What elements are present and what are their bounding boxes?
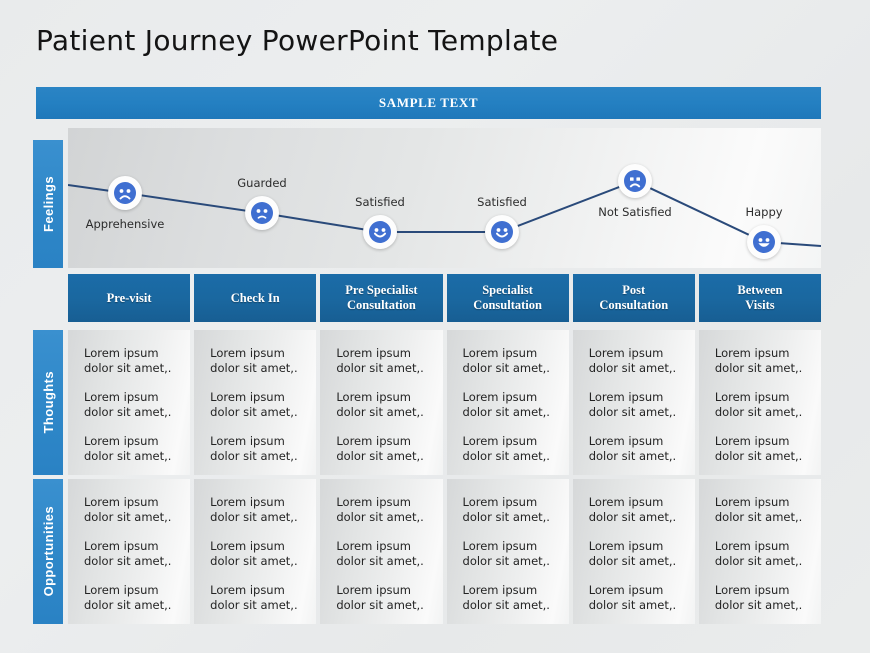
list-item: Lorem ipsum dolor sit amet,. (84, 495, 172, 524)
list-item: Lorem ipsum dolor sit amet,. (462, 390, 550, 419)
opportunities-cell-2[interactable]: Lorem ipsum dolor sit amet,. Lorem ipsum do… (194, 479, 317, 624)
sample-text-banner: SAMPLE TEXT (36, 87, 821, 119)
list-item: Lorem ipsum dolor sit amet,. (84, 390, 172, 419)
stage-header-5[interactable]: Post Consultation (572, 274, 695, 322)
feeling-label-6: Happy (745, 205, 783, 219)
row-label-opportunities: Opportunities (33, 479, 63, 624)
list-item: Lorem ipsum dolor sit amet,. (336, 583, 424, 612)
row-label-thoughts: Thoughts (33, 330, 63, 475)
list-item: Lorem ipsum dolor sit amet,. (588, 346, 677, 375)
thoughts-cell-5[interactable]: Lorem ipsum dolor sit amet,. Lorem ipsum do… (572, 330, 695, 475)
list-item: Lorem ipsum dolor sit amet,. (588, 390, 677, 419)
feeling-face-smile-icon (363, 215, 397, 249)
row-label-opportunities-text: Opportunities (40, 506, 56, 597)
opportunities-cell-5[interactable]: Lorem ipsum dolor sit amet,. Lorem ipsum do… (572, 479, 695, 624)
stage-header-3[interactable]: Pre Specialist Consultation (320, 274, 443, 322)
opportunities-row: Lorem ipsum dolor sit amet,. Lorem ipsum do… (68, 479, 822, 624)
list-item: Lorem ipsum dolor sit amet,. (336, 539, 424, 568)
opportunities-cell-4[interactable]: Lorem ipsum dolor sit amet,. Lorem ipsum do… (446, 479, 569, 624)
feeling-label-5: Not Satisfied (598, 205, 672, 219)
list-item: Lorem ipsum dolor sit amet,. (210, 390, 298, 419)
page-title: Patient Journey PowerPoint Template (36, 24, 559, 57)
stage-header-4[interactable]: Specialist Consultation (446, 274, 569, 322)
thoughts-cell-2[interactable]: Lorem ipsum dolor sit amet,. Lorem ipsum do… (194, 330, 317, 475)
list-item: Lorem ipsum dolor sit amet,. (588, 434, 677, 463)
stage-header-row: Pre-visit Check In Pre Specialist Consultat… (68, 274, 822, 322)
list-item: Lorem ipsum dolor sit amet,. (462, 434, 550, 463)
thoughts-cell-3[interactable]: Lorem ipsum dolor sit amet,. Lorem ipsum do… (320, 330, 443, 475)
list-item: Lorem ipsum dolor sit amet,. (84, 539, 172, 568)
thoughts-cell-6[interactable]: Lorem ipsum dolor sit amet,. Lorem ipsum do… (698, 330, 822, 475)
row-label-thoughts-text: Thoughts (40, 371, 56, 434)
list-item: Lorem ipsum dolor sit amet,. (588, 495, 677, 524)
feeling-label-4: Satisfied (477, 195, 527, 209)
list-item: Lorem ipsum dolor sit amet,. (210, 583, 298, 612)
thoughts-cell-1[interactable]: Lorem ipsum dolor sit amet,. Lorem ipsum do… (68, 330, 191, 475)
feeling-face-grin-icon (747, 225, 781, 259)
thoughts-cell-4[interactable]: Lorem ipsum dolor sit amet,. Lorem ipsum do… (446, 330, 569, 475)
list-item: Lorem ipsum dolor sit amet,. (714, 390, 803, 419)
list-item: Lorem ipsum dolor sit amet,. (210, 539, 298, 568)
feelings-chart-panel: Apprehensive Guarded Satisfied Satisfied Not… (68, 128, 821, 268)
opportunities-cell-1[interactable]: Lorem ipsum dolor sit amet,. Lorem ipsum do… (68, 479, 191, 624)
list-item: Lorem ipsum dolor sit amet,. (462, 346, 550, 375)
list-item: Lorem ipsum dolor sit amet,. (336, 434, 424, 463)
feeling-label-2: Guarded (237, 176, 287, 190)
list-item: Lorem ipsum dolor sit amet,. (462, 539, 550, 568)
thoughts-row: Lorem ipsum dolor sit amet,. Lorem ipsum do… (68, 330, 822, 475)
list-item: Lorem ipsum dolor sit amet,. (336, 346, 424, 375)
list-item: Lorem ipsum dolor sit amet,. (588, 539, 677, 568)
list-item: Lorem ipsum dolor sit amet,. (714, 434, 803, 463)
list-item: Lorem ipsum dolor sit amet,. (714, 495, 803, 524)
opportunities-cell-3[interactable]: Lorem ipsum dolor sit amet,. Lorem ipsum do… (320, 479, 443, 624)
list-item: Lorem ipsum dolor sit amet,. (462, 495, 550, 524)
stage-header-1[interactable]: Pre-visit (68, 274, 191, 322)
list-item: Lorem ipsum dolor sit amet,. (714, 583, 803, 612)
opportunities-cell-6[interactable]: Lorem ipsum dolor sit amet,. Lorem ipsum do… (698, 479, 822, 624)
list-item: Lorem ipsum dolor sit amet,. (714, 346, 803, 375)
list-item: Lorem ipsum dolor sit amet,. (462, 583, 550, 612)
list-item: Lorem ipsum dolor sit amet,. (210, 495, 298, 524)
stage-header-6[interactable]: Between Visits (698, 274, 822, 322)
stage-header-2[interactable]: Check In (194, 274, 317, 322)
list-item: Lorem ipsum dolor sit amet,. (84, 346, 172, 375)
feeling-face-frown-square-eyes-icon (618, 164, 652, 198)
feelings-trend-line (68, 179, 821, 247)
feeling-face-slight-frown-icon (245, 196, 279, 230)
list-item: Lorem ipsum dolor sit amet,. (336, 495, 424, 524)
feeling-face-sad-icon (108, 176, 142, 210)
feeling-face-smile-icon (485, 215, 519, 249)
list-item: Lorem ipsum dolor sit amet,. (84, 583, 172, 612)
row-label-feelings: Feelings (33, 140, 63, 268)
list-item: Lorem ipsum dolor sit amet,. (336, 390, 424, 419)
list-item: Lorem ipsum dolor sit amet,. (714, 539, 803, 568)
list-item: Lorem ipsum dolor sit amet,. (84, 434, 172, 463)
row-label-feelings-text: Feelings (40, 176, 56, 232)
list-item: Lorem ipsum dolor sit amet,. (210, 346, 298, 375)
feeling-label-1: Apprehensive (85, 217, 165, 231)
list-item: Lorem ipsum dolor sit amet,. (210, 434, 298, 463)
feeling-label-3: Satisfied (355, 195, 405, 209)
list-item: Lorem ipsum dolor sit amet,. (588, 583, 677, 612)
feelings-line-chart (68, 179, 821, 247)
